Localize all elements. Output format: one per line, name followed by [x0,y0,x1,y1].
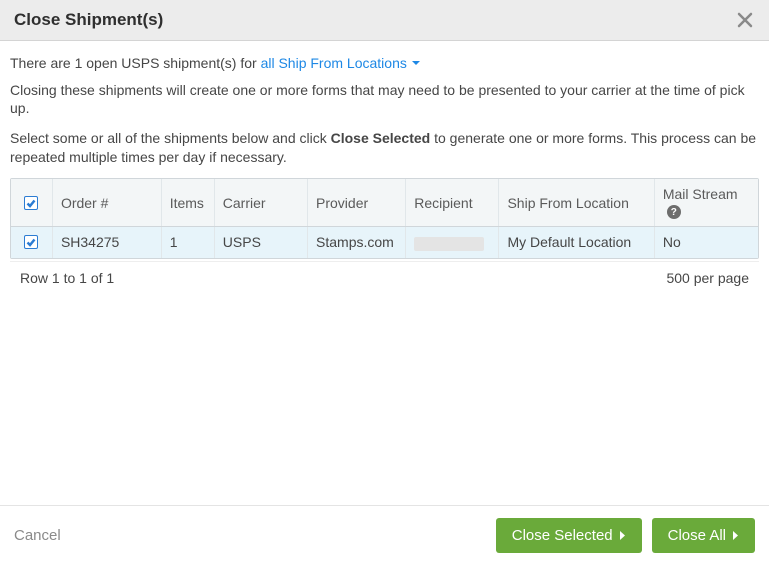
cell-order: SH34275 [52,227,161,258]
cell-carrier: USPS [214,227,307,258]
select-all-checkbox[interactable] [24,196,38,210]
cell-mail-stream: No [654,227,758,258]
dropdown-label: all Ship From Locations [261,55,407,71]
close-all-button[interactable]: Close All [652,518,755,553]
col-items[interactable]: Items [161,179,214,227]
table-footer: Row 1 to 1 of 1 500 per page [10,261,759,296]
footer-buttons: Close Selected Close All [496,518,755,553]
chevron-down-icon [411,58,421,68]
cell-ship-from: My Default Location [499,227,654,258]
col-recipient[interactable]: Recipient [406,179,499,227]
paragraph-closing-info: Closing these shipments will create one … [10,81,759,117]
modal-body: There are 1 open USPS shipment(s) for al… [0,41,769,505]
cell-provider: Stamps.com [308,227,406,258]
col-carrier[interactable]: Carrier [214,179,307,227]
modal-title: Close Shipment(s) [14,10,163,30]
col-provider[interactable]: Provider [308,179,406,227]
intro-prefix: There are 1 open USPS shipment(s) for [10,55,257,71]
recipient-redacted [414,237,484,251]
chevron-right-icon [732,530,739,541]
cell-items: 1 [161,227,214,258]
col-order[interactable]: Order # [52,179,161,227]
close-icon[interactable] [735,10,755,30]
col-mail-stream[interactable]: Mail Stream ? [654,179,758,227]
table-header-row: Order # Items Carrier Provider Recipient… [11,179,758,227]
table-row[interactable]: SH34275 1 USPS Stamps.com My Default Loc… [11,227,758,258]
paragraph-instructions: Select some or all of the shipments belo… [10,129,759,165]
shipments-table: Order # Items Carrier Provider Recipient… [10,178,759,259]
close-shipments-modal: Close Shipment(s) There are 1 open USPS … [0,0,769,565]
per-page[interactable]: 500 per page [666,270,749,286]
cancel-button[interactable]: Cancel [14,527,61,544]
chevron-right-icon [619,530,626,541]
ship-from-dropdown[interactable]: all Ship From Locations [261,55,421,71]
close-selected-button[interactable]: Close Selected [496,518,642,553]
row-checkbox[interactable] [24,235,38,249]
modal-header: Close Shipment(s) [0,0,769,41]
intro-line: There are 1 open USPS shipment(s) for al… [10,55,759,71]
row-range: Row 1 to 1 of 1 [20,270,114,286]
header-checkbox-cell [11,179,52,227]
cell-recipient [406,227,499,258]
modal-footer: Cancel Close Selected Close All [0,505,769,565]
help-icon[interactable]: ? [667,205,681,219]
col-ship-from[interactable]: Ship From Location [499,179,654,227]
